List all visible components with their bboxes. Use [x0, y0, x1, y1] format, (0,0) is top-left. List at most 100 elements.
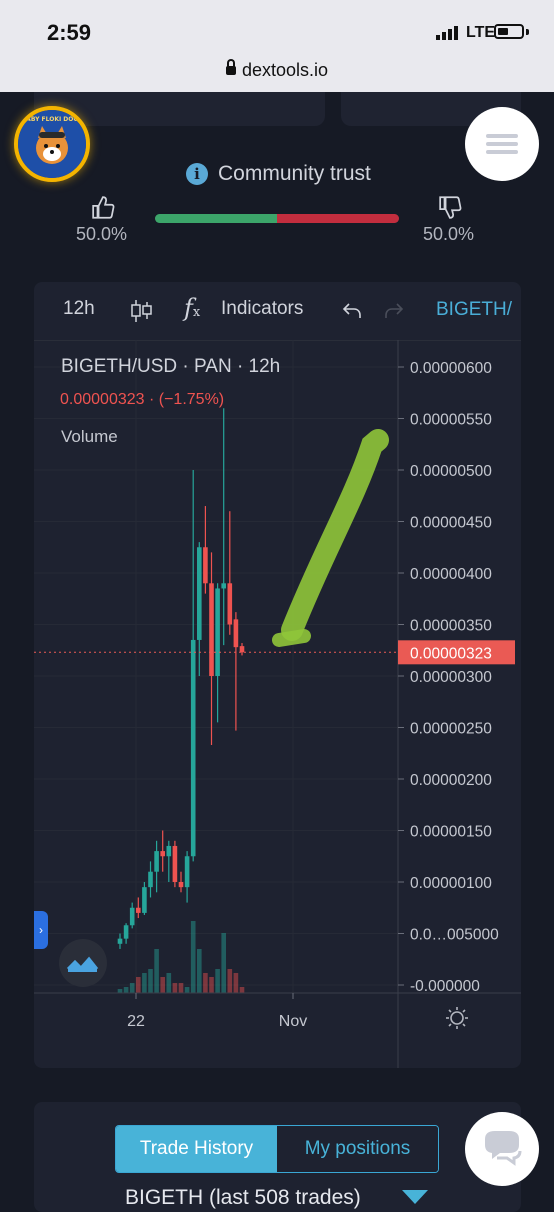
trust-bar [155, 214, 399, 223]
candle-body [190, 639, 196, 857]
y-tick-label: 0.00000200 [410, 772, 492, 789]
volume-bar [190, 921, 196, 993]
signal-icon [436, 26, 458, 40]
clock: 2:59 [47, 20, 92, 45]
volume-legend: Volume [61, 427, 118, 446]
volume-bar [129, 983, 135, 993]
volume-bar [233, 973, 239, 993]
logo-lettering: BABY FLOKI DOGE [22, 116, 83, 123]
lock-icon [225, 59, 236, 75]
pair-tab[interactable]: BIGETH/ [436, 299, 512, 321]
y-tick-label: -0.000000 [410, 978, 480, 995]
volume-bar [203, 973, 208, 993]
candle-body [178, 882, 184, 888]
x-tick-label: Nov [279, 1013, 307, 1030]
indicators-button[interactable]: Indicators [221, 298, 303, 320]
x-tick-label: 22 [127, 1013, 145, 1030]
fx-icon[interactable]: fx [184, 294, 200, 322]
candle-body [160, 851, 165, 857]
interval-selector[interactable]: 12h [63, 298, 95, 320]
community-trust-title: i Community trust [186, 162, 371, 186]
candle-body [154, 851, 159, 872]
chat-icon [485, 1131, 522, 1166]
chat-button[interactable] [465, 1112, 539, 1186]
price-chart[interactable]: 0.00000600 0.00000550 0.00000500 0.00000450… [34, 340, 521, 1068]
volume-bar [215, 969, 220, 993]
volume-bar [154, 949, 159, 993]
candle-body [215, 588, 220, 676]
candle-body [148, 871, 153, 888]
volume-bar [227, 969, 233, 993]
volume-bar [221, 933, 226, 993]
menu-button[interactable] [465, 107, 539, 181]
y-tick-label: 0.00000500 [410, 463, 492, 480]
candle-style-icon[interactable] [130, 299, 152, 323]
y-tick-label: 0.00000450 [410, 515, 492, 532]
candle-body [197, 547, 202, 640]
candle-body [184, 856, 190, 888]
volume-bar [178, 983, 184, 993]
trust-bar-up [155, 214, 277, 223]
info-icon[interactable]: i [186, 163, 208, 185]
tradingview-logo-icon[interactable] [59, 939, 107, 987]
candle-body [209, 583, 214, 676]
community-trust-label: Community trust [218, 162, 371, 185]
candle-body [117, 938, 123, 944]
chart-symbol-legend: BIGETH/USD · PAN · 12h [61, 356, 280, 377]
current-price-label: 0.00000323 [410, 645, 492, 662]
candle-body [123, 925, 129, 939]
candle-body [233, 619, 239, 648]
undo-icon[interactable] [341, 301, 363, 321]
volume-bar [166, 973, 172, 993]
battery-icon [494, 24, 524, 39]
candle-body [166, 845, 172, 857]
thumbs-down-icon[interactable] [438, 194, 464, 220]
browser-status-bar: 2:59 LTE dextools.io [0, 0, 554, 92]
candle-body [142, 887, 147, 913]
tab-my-positions[interactable]: My positions [277, 1126, 438, 1172]
candle-body [227, 583, 233, 625]
volume-bar [136, 977, 141, 993]
volume-bar [172, 983, 178, 993]
candle-body [221, 583, 226, 589]
chart-panel: 12h fx Indicators BIGETH/ 0.00000600 0.00… [34, 282, 521, 1068]
thumbs-up-icon[interactable] [91, 195, 117, 221]
candle-body [239, 646, 245, 653]
redo-icon[interactable] [383, 301, 405, 321]
trade-tabs: Trade History My positions [115, 1125, 439, 1173]
thumbs-up-percent: 50.0% [76, 224, 128, 244]
candle-body [129, 907, 135, 926]
y-tick-label: 0.00000350 [410, 618, 492, 635]
trade-history-title: BIGETH (last 508 trades) [125, 1186, 361, 1209]
battery-tip [526, 29, 529, 35]
y-tick-label: 0.00000600 [410, 360, 492, 377]
volume-bar [197, 949, 202, 993]
url-bar[interactable]: dextools.io [0, 59, 554, 81]
volume-bar [142, 973, 147, 993]
settings-gear-icon[interactable] [446, 1007, 468, 1029]
tab-trade-history[interactable]: Trade History [116, 1126, 277, 1172]
y-tick-label: 0.00000550 [410, 412, 492, 429]
candle-body [172, 845, 178, 882]
volume-bar [239, 987, 245, 993]
drawing-toolbar-toggle[interactable]: › [34, 911, 48, 949]
y-tick-label: 0.00000150 [410, 824, 492, 841]
thumbs-down-percent: 50.0% [423, 224, 475, 244]
candle-body [136, 907, 141, 913]
drawn-arrow-tail [272, 629, 311, 647]
volume-bar [123, 987, 129, 993]
volume-bar [209, 977, 214, 993]
url-text: dextools.io [241, 60, 329, 80]
volume-bar [184, 987, 190, 993]
y-tick-label: 0.00000400 [410, 566, 492, 583]
volume-bar [160, 977, 165, 993]
volume-bar [117, 989, 123, 993]
y-tick-label: 0.00000100 [410, 875, 492, 892]
y-tick-label: 0.00000250 [410, 721, 492, 738]
volume-bar [148, 969, 153, 993]
token-logo[interactable]: BABY FLOKI DOGE [14, 106, 90, 182]
dropdown-arrow-icon[interactable] [402, 1190, 428, 1204]
drawn-arrow-annotation [281, 429, 389, 641]
trust-bar-down [277, 214, 399, 223]
chart-price-change: 0.00000323 · (−1.75%) [60, 391, 224, 408]
